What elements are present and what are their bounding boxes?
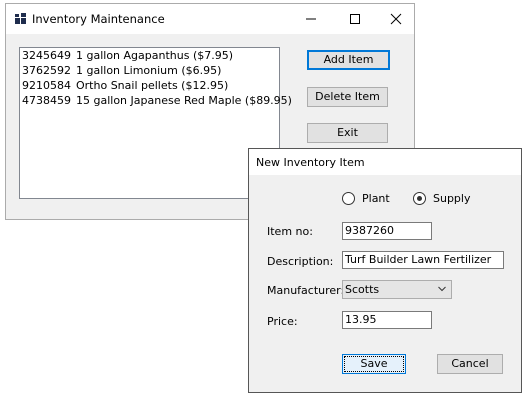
close-icon[interactable] [385,8,407,30]
list-item[interactable]: 4738459 15 gallon Japanese Red Maple ($89… [20,93,292,108]
app-grid-icon [15,13,26,24]
manufacturer-value: Scotts [345,283,380,296]
item-no-field[interactable]: 9387260 [342,222,432,240]
plant-radio-label: Plant [362,192,390,205]
list-item[interactable]: 3762592 1 gallon Limonium ($6.95) [20,63,279,78]
inventory-listbox[interactable]: 3245649 1 gallon Agapanthus ($7.95) 37625… [19,47,292,199]
chevron-down-icon [438,286,446,292]
maximize-icon[interactable] [344,8,366,30]
list-item-description: 1 gallon Limonium ($6.95) [76,64,222,77]
new-inventory-item-dialog: New Inventory Item Plant Supply Item no:… [248,148,522,393]
description-field[interactable]: Turf Builder Lawn Fertilizer [342,251,504,269]
plant-radio[interactable]: Plant [342,192,390,205]
delete-item-button[interactable]: Delete Item [307,87,388,107]
dialog-title: New Inventory Item [256,156,365,169]
list-item[interactable]: 9210584 Ortho Snail pellets ($12.95) [20,78,279,93]
list-item-description: 15 gallon Japanese Red Maple ($89.95) [76,94,292,107]
list-item-number: 4738459 [22,94,71,107]
radio-selected-dot [417,196,422,201]
save-button[interactable]: Save [342,354,406,374]
supply-radio[interactable]: Supply [413,192,471,205]
list-item-description: 1 gallon Agapanthus ($7.95) [76,49,234,62]
supply-radio-label: Supply [433,192,471,205]
minimize-icon[interactable] [300,8,322,30]
plant-radio-circle[interactable] [342,192,355,205]
list-item-number: 3762592 [22,64,71,77]
list-item-number: 3245649 [22,49,71,62]
list-item[interactable]: 3245649 1 gallon Agapanthus ($7.95) [20,48,279,63]
dialog-title-bar[interactable]: New Inventory Item [249,149,521,175]
cancel-button[interactable]: Cancel [437,354,503,374]
list-item-description: Ortho Snail pellets ($12.95) [76,79,229,92]
add-item-button[interactable]: Add Item [307,50,390,70]
window-title: Inventory Maintenance [32,12,165,26]
price-field[interactable]: 13.95 [342,311,432,329]
description-label: Description: [267,255,334,268]
exit-button[interactable]: Exit [307,123,388,143]
supply-radio-circle[interactable] [413,192,426,205]
item-no-label: Item no: [267,225,313,238]
price-label: Price: [267,315,298,328]
manufacturer-dropdown[interactable]: Scotts [342,280,452,299]
list-item-number: 9210584 [22,79,71,92]
main-title-bar[interactable]: Inventory Maintenance [6,4,414,34]
manufacturer-label: Manufacturer: [267,284,345,297]
